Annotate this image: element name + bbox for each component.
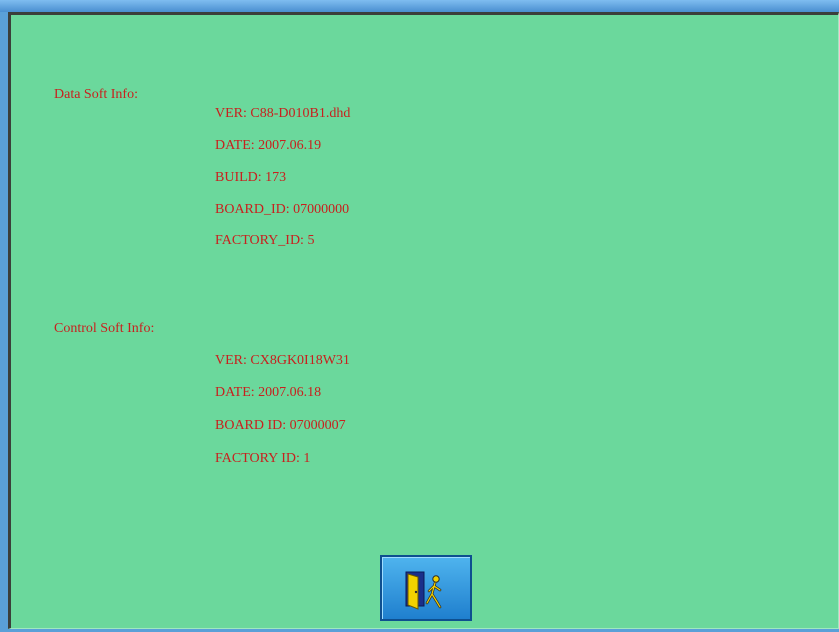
control-soft-heading: Control Soft Info: [54, 321, 155, 336]
exit-door-icon [405, 571, 442, 610]
window-frame: Data Soft Info: VER: C88-D010B1.dhd DATE… [0, 0, 839, 632]
control-soft-ver: VER: CX8GK0I18W31 [215, 353, 350, 368]
control-soft-date: DATE: 2007.06.18 [215, 385, 322, 400]
control-soft-factory-id: FACTORY ID: 1 [215, 451, 311, 466]
exit-button[interactable] [380, 555, 472, 621]
data-soft-ver: VER: C88-D010B1.dhd [215, 106, 351, 121]
data-soft-date: DATE: 2007.06.19 [215, 138, 322, 153]
control-soft-board-id: BOARD ID: 07000007 [215, 418, 346, 433]
data-soft-factory-id: FACTORY_ID: 5 [215, 233, 315, 248]
data-soft-heading: Data Soft Info: [54, 87, 138, 102]
window-top-bar [0, 0, 839, 12]
data-soft-board-id: BOARD_ID: 07000000 [215, 202, 350, 217]
data-soft-build: BUILD: 173 [215, 170, 287, 185]
